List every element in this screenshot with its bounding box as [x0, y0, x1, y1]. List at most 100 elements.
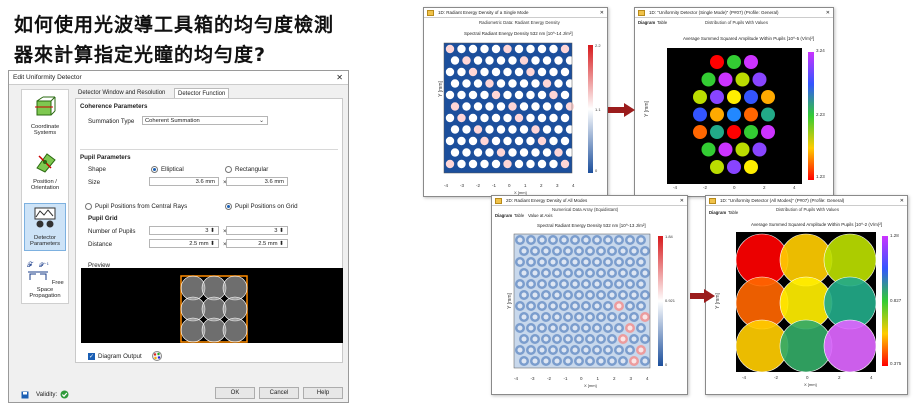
close-icon[interactable]: ✕	[600, 8, 604, 17]
svg-text:𝓕⁻¹: 𝓕⁻¹	[39, 262, 49, 269]
energy-spot	[560, 136, 570, 146]
nav-item-position-orientation[interactable]: Position / Orientation	[24, 148, 66, 196]
energy-spot-core	[543, 336, 549, 342]
energy-spot-core	[565, 292, 571, 298]
energy-spot-core	[532, 248, 538, 254]
help-button[interactable]: Help	[303, 387, 343, 399]
energy-spot	[554, 148, 563, 157]
tab-diagram[interactable]: Diagram	[709, 210, 726, 215]
energy-spot-core	[627, 281, 633, 287]
energy-spot	[468, 136, 478, 146]
ok-button[interactable]: OK	[215, 387, 255, 399]
energy-spot	[542, 148, 552, 157]
x-tick-label: -4	[742, 375, 747, 380]
detector-parameters-icon	[34, 207, 56, 228]
energy-spot	[554, 79, 563, 88]
energy-spot-core	[532, 336, 538, 342]
tab-diagram[interactable]: Diagram	[495, 213, 512, 218]
energy-spot-core	[565, 270, 571, 276]
energy-spot	[450, 56, 460, 65]
window-icon	[709, 198, 716, 204]
close-icon[interactable]: ✕	[680, 196, 684, 205]
cancel-button[interactable]: Cancel	[259, 387, 299, 399]
x-tick-label: 1	[524, 183, 527, 188]
close-icon[interactable]: ✕	[900, 196, 904, 205]
energy-spot-core	[631, 248, 637, 254]
energy-spot-core	[638, 325, 644, 331]
nav-item-detector-parameters[interactable]: Detector Parameters	[24, 203, 66, 251]
nav-item-coordinate-systems[interactable]: Coordinate Systems	[24, 93, 66, 141]
distance-y-value: 2.5 mm	[258, 241, 278, 247]
energy-spot	[537, 113, 547, 123]
x-tick-label: 0	[806, 375, 809, 380]
close-icon[interactable]: ✕	[336, 71, 343, 85]
number-x-stepper[interactable]: 3 ⬍	[149, 226, 219, 235]
energy-spot	[514, 44, 524, 54]
energy-spot	[508, 56, 517, 65]
energy-spot	[480, 44, 489, 54]
save-icon[interactable]	[21, 391, 29, 399]
pupil-value-disc	[735, 142, 750, 157]
energy-spot	[491, 113, 501, 123]
diagram-output-checkbox[interactable]: ✓	[88, 353, 95, 360]
edit-uniformity-detector-dialog: Edit Uniformity Detector ✕ Coordinate Sy…	[8, 70, 349, 403]
window-title: 1D: "Uniformity Detector (All Modes)" (P…	[720, 198, 845, 203]
energy-spot-core	[532, 270, 538, 276]
window-single-mode-energy[interactable]: 1D: Radiant Energy Density of a Single M…	[423, 7, 608, 197]
window-all-modes-energy[interactable]: 2D: Radiant Energy Density of All Modes ✕…	[491, 195, 688, 395]
energy-spot-core	[554, 292, 560, 298]
energy-spot-core	[638, 237, 644, 243]
window-icon	[427, 10, 434, 16]
energy-spot	[503, 159, 512, 169]
energy-spot-core	[642, 314, 648, 320]
energy-spot-core	[583, 303, 589, 309]
tab-detector-window[interactable]: Detector Window and Resolution	[75, 88, 168, 98]
pupil-grid-header: Pupil Grid	[88, 215, 118, 222]
size-x-field[interactable]: 3.6 mm	[149, 177, 219, 186]
summation-type-select[interactable]: Coherent Summation ⌄	[142, 116, 268, 125]
positions-grid-radio[interactable]	[225, 203, 232, 210]
energy-spot-core	[598, 358, 604, 364]
window-titlebar: 2D: Radiant Energy Density of All Modes ✕	[492, 196, 687, 206]
energy-spot	[514, 90, 524, 100]
nav-item-free-space-propagation[interactable]: 𝓕 𝓕⁻¹ Free Space Propagation	[24, 256, 66, 304]
tab-table[interactable]: Table	[728, 210, 738, 215]
energy-spot	[537, 44, 547, 54]
energy-spot-core	[605, 281, 611, 287]
preview-pupil	[180, 296, 206, 322]
shape-label: Shape	[88, 166, 106, 173]
shape-rectangular-radio[interactable]	[225, 166, 232, 173]
number-y-stepper[interactable]: 3 ⬍	[226, 226, 288, 235]
size-y-field[interactable]: 3.6 mm	[226, 177, 288, 186]
distance-x-stepper[interactable]: 2.5 mm ⬍	[149, 239, 219, 248]
energy-spot	[496, 56, 506, 65]
energy-spot	[457, 90, 466, 100]
color-palette-icon[interactable]	[152, 351, 162, 361]
tab-diagram[interactable]: Diagram	[638, 20, 655, 25]
positions-central-radio[interactable]	[85, 203, 92, 210]
shape-elliptical-radio[interactable]	[151, 166, 158, 173]
close-icon[interactable]: ✕	[826, 8, 830, 17]
energy-spot-core	[572, 281, 578, 287]
distance-y-stepper[interactable]: 2.5 mm ⬍	[226, 239, 288, 248]
tab-detector-function[interactable]: Detector Function	[174, 88, 230, 98]
window-uniformity-all-modes[interactable]: 1D: "Uniformity Detector (All Modes)" (P…	[705, 195, 908, 395]
energy-spot	[565, 148, 575, 157]
tab-table[interactable]: Table	[514, 213, 524, 218]
energy-spot-core	[528, 237, 534, 243]
energy-spot-core	[587, 270, 593, 276]
energy-spot-core	[572, 347, 578, 353]
tab-table[interactable]: Table	[657, 20, 667, 25]
energy-spot-core	[572, 325, 578, 331]
energy-spot	[542, 125, 552, 134]
tab-value-at-axis[interactable]: Value at Axis	[528, 213, 553, 218]
position-orientation-icon	[36, 153, 56, 173]
window-uniformity-single-mode[interactable]: 1D: "Uniformity Detector (Single Mode)" …	[634, 7, 834, 197]
energy-spot	[554, 125, 563, 134]
energy-spot-core	[517, 347, 523, 353]
energy-density-plot	[443, 42, 575, 174]
summation-value: Coherent Summation	[145, 118, 200, 124]
energy-spot	[445, 90, 455, 100]
pupil-value-disc	[710, 107, 724, 122]
colorbar-min: 1.23	[816, 174, 825, 179]
